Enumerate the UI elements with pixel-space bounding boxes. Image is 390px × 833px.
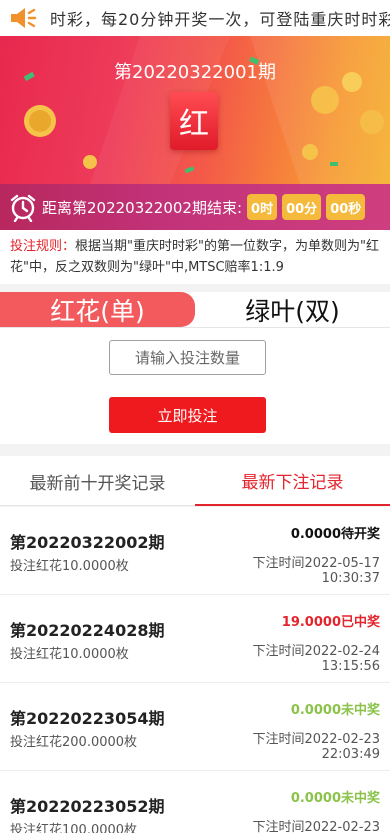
bet-record-list: 第20220322002期 投注红花10.0000枚 0.0000待开奖 下注时… — [0, 507, 390, 833]
record-time-clock: 13:15:56 — [321, 659, 380, 674]
record-time-date: 下注时间2022-02-24 — [252, 644, 380, 659]
record-amount: 0.0000未中奖 — [290, 791, 380, 806]
record-amount: 0.0000未中奖 — [290, 703, 380, 718]
record-period: 第20220223052期 — [10, 797, 165, 816]
rules-prefix: 投注规则： — [10, 239, 76, 254]
result-banner: 第20220322001期 红 — [0, 36, 390, 184]
current-period: 第20220322001期 — [114, 62, 276, 83]
notice-bar: 时彩，每20分钟开奖一次，可登陆重庆时时彩官网查看开奖结果 — [0, 0, 390, 36]
result-ball: 红 — [170, 92, 218, 150]
record-desc: 投注红花200.0000枚 — [10, 735, 138, 750]
record-time-date: 下注时间2022-05-17 — [252, 556, 380, 571]
bet-amount-input[interactable] — [109, 340, 266, 375]
record-tabs: 最新前十开奖记录 最新下注记录 — [0, 456, 390, 506]
choice-green-even[interactable]: 绿叶(双) — [195, 292, 390, 327]
record-period: 第20220223054期 — [10, 709, 165, 728]
countdown-label: 距离第20220322002期结束: — [42, 198, 243, 217]
tab-latest-bets[interactable]: 最新下注记录 — [195, 456, 390, 506]
choice-red-odd[interactable]: 红花(单) — [0, 292, 195, 327]
bet-rules: 投注规则：根据当期"重庆时时彩"的第一位数字，为单数则为"红花"中，反之双数则为… — [0, 230, 390, 284]
record-amount: 0.0000待开奖 — [290, 527, 380, 542]
record-period: 第20220322002期 — [10, 533, 165, 552]
list-item: 第20220322002期 投注红花10.0000枚 0.0000待开奖 下注时… — [0, 507, 390, 595]
record-desc: 投注红花100.0000枚 — [10, 823, 138, 833]
countdown-bar: 距离第20220322002期结束: 0时 00分 00秒 — [0, 184, 390, 230]
record-time-date: 下注时间2022-02-23 — [252, 820, 380, 833]
record-time-date: 下注时间2022-02-23 — [252, 732, 380, 747]
record-time-clock: 10:30:37 — [321, 571, 380, 586]
tab-latest-draws[interactable]: 最新前十开奖记录 — [0, 456, 195, 506]
submit-bet-button[interactable]: 立即投注 — [109, 397, 266, 433]
countdown-minutes: 00分 — [282, 194, 322, 220]
bet-form: 立即投注 — [0, 328, 390, 444]
record-desc: 投注红花10.0000枚 — [10, 647, 129, 662]
countdown-seconds: 00秒 — [326, 194, 366, 220]
record-desc: 投注红花10.0000枚 — [10, 559, 129, 574]
alarm-clock-icon — [10, 194, 36, 222]
list-item: 第20220223052期 投注红花100.0000枚 0.0000未中奖 下注… — [0, 771, 390, 833]
speaker-icon — [11, 8, 37, 28]
list-item: 第20220224028期 投注红花10.0000枚 19.0000已中奖 下注… — [0, 595, 390, 683]
record-period: 第20220224028期 — [10, 621, 165, 640]
record-time-clock: 22:03:49 — [321, 747, 380, 762]
record-amount: 19.0000已中奖 — [281, 615, 380, 630]
bet-choice: 红花(单) 绿叶(双) — [0, 292, 390, 328]
notice-text: 时彩，每20分钟开奖一次，可登陆重庆时时彩官网查看开奖结果 — [50, 10, 390, 29]
countdown-hours: 0时 — [247, 194, 278, 220]
list-item: 第20220223054期 投注红花200.0000枚 0.0000未中奖 下注… — [0, 683, 390, 771]
